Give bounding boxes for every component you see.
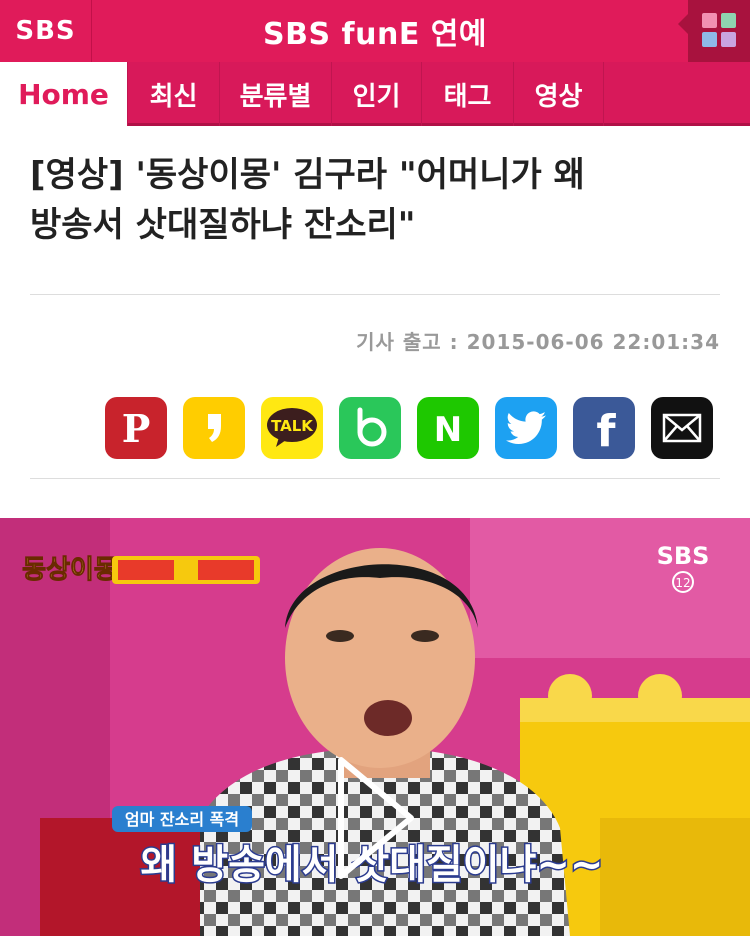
share-bar: P TALK N f <box>105 397 713 459</box>
caption-small: 엄마 잔소리 폭격 <box>125 810 239 829</box>
kakaostory-icon <box>208 414 221 442</box>
headline-line-1: [영상] '동상이몽' 김구라 "어머니가 왜 <box>30 155 585 195</box>
show-logo: 동상이몽 <box>22 555 118 585</box>
tab-latest[interactable]: 최신 <box>128 62 220 126</box>
site-brand-title[interactable]: SBS funE 연예 <box>0 0 750 62</box>
category-nav: Home 최신 분류별 인기 태그 영상 <box>0 62 750 126</box>
menu-button[interactable] <box>678 0 750 62</box>
facebook-icon: f <box>596 406 616 450</box>
email-share-button[interactable] <box>651 397 713 459</box>
play-icon[interactable] <box>335 754 417 882</box>
share-divider <box>30 478 720 479</box>
band-icon <box>357 407 387 447</box>
kakaostory-share-button[interactable] <box>183 397 245 459</box>
headline-divider <box>30 294 720 295</box>
sbs-logo[interactable]: SBS <box>0 0 92 62</box>
twitter-share-button[interactable] <box>495 397 557 459</box>
pinterest-share-button[interactable]: P <box>105 397 167 459</box>
top-header: SBS SBS funE 연예 <box>0 0 750 62</box>
menu-notch <box>678 14 688 34</box>
naver-label: N <box>434 410 462 448</box>
tab-tag[interactable]: 태그 <box>422 62 514 126</box>
facebook-label: f <box>596 406 616 450</box>
article-date: 기사 출고 : 2015-06-06 22:01:34 <box>356 330 720 354</box>
channel-logo: SBS <box>657 542 710 570</box>
tab-home[interactable]: Home <box>0 62 128 126</box>
video-player[interactable]: SBS 12 동상이몽 엄마 잔소리 폭격 왜 방송에서 삿대질이냐~~ <box>0 518 750 936</box>
naver-icon: N <box>434 410 462 448</box>
pinterest-icon: P <box>122 408 151 448</box>
email-icon <box>662 413 702 443</box>
grid-menu-icon <box>702 13 736 47</box>
svg-text:P: P <box>122 408 151 448</box>
kakaotalk-share-button[interactable]: TALK <box>261 397 323 459</box>
band-share-button[interactable] <box>339 397 401 459</box>
tab-category[interactable]: 분류별 <box>220 62 332 126</box>
channel-number: 12 <box>675 576 690 590</box>
article-headline: [영상] '동상이몽' 김구라 "어머니가 왜 방송서 삿대질하냐 잔소리" <box>30 150 720 250</box>
naver-share-button[interactable]: N <box>417 397 479 459</box>
tab-popular[interactable]: 인기 <box>332 62 422 126</box>
kakaotalk-label: TALK <box>271 417 314 435</box>
headline-line-2: 방송서 삿대질하냐 잔소리" <box>30 205 416 245</box>
kakaotalk-icon: TALK <box>267 408 317 447</box>
facebook-share-button[interactable]: f <box>573 397 635 459</box>
tab-video[interactable]: 영상 <box>514 62 604 126</box>
twitter-icon <box>506 411 546 444</box>
